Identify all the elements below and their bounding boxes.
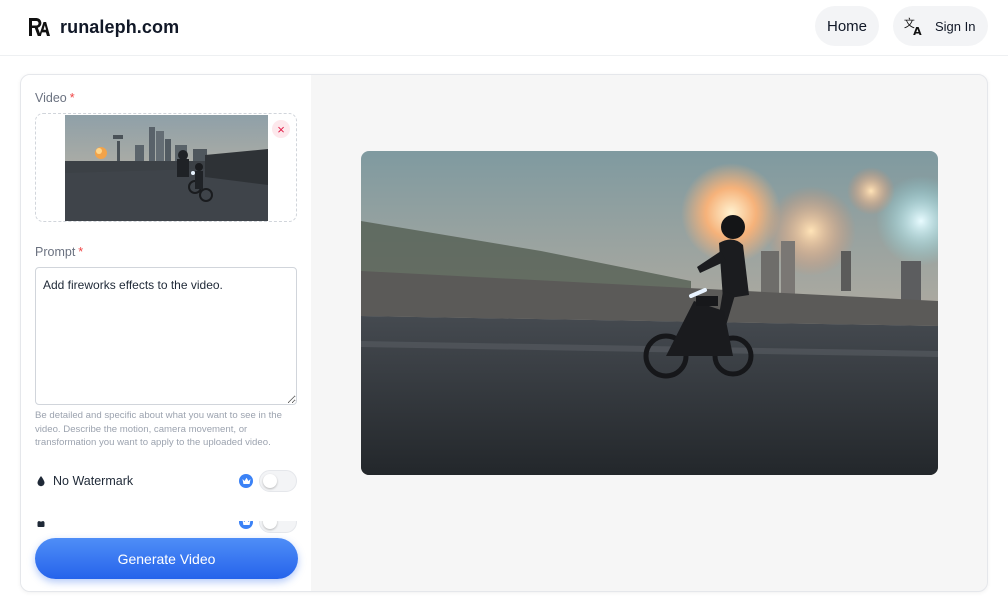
uploaded-video-thumbnail bbox=[65, 115, 268, 221]
form-sidebar: Video * × Prompt * Add fireworks effects… bbox=[21, 75, 311, 591]
droplet-icon bbox=[37, 476, 45, 487]
prompt-hint: Be detailed and specific about what you … bbox=[35, 410, 282, 448]
toggle-knob bbox=[263, 474, 277, 488]
no-watermark-option: No Watermark bbox=[35, 470, 297, 492]
result-video-frame bbox=[361, 151, 938, 475]
video-upload-dropzone[interactable]: × bbox=[35, 113, 297, 222]
video-label: Video * bbox=[35, 91, 75, 105]
ra-logo-icon bbox=[29, 18, 50, 36]
generate-video-button[interactable]: Generate Video bbox=[35, 538, 298, 579]
result-video-player[interactable] bbox=[361, 151, 938, 475]
nav-home-button[interactable]: Home bbox=[815, 6, 879, 46]
required-mark: * bbox=[69, 91, 75, 105]
svg-text:A: A bbox=[913, 25, 922, 37]
translate-icon[interactable]: 文 A bbox=[903, 15, 925, 37]
remove-video-button[interactable]: × bbox=[272, 120, 290, 138]
brand-name: runaleph.com bbox=[60, 16, 180, 37]
prompt-label-text: Prompt bbox=[35, 245, 76, 259]
sign-in-label: Sign In bbox=[935, 18, 976, 34]
no-watermark-toggle[interactable] bbox=[259, 470, 297, 492]
sign-in-button[interactable]: 文 A Sign In bbox=[893, 6, 988, 46]
no-watermark-label: No Watermark bbox=[53, 474, 134, 488]
top-navigation-bar: runaleph.com Home 文 A Sign In bbox=[0, 0, 1008, 56]
video-label-text: Video bbox=[35, 91, 67, 105]
crown-icon bbox=[239, 474, 253, 488]
prompt-label: Prompt * bbox=[35, 245, 83, 259]
brand[interactable]: runaleph.com bbox=[26, 15, 179, 39]
scroll-fade bbox=[21, 505, 311, 521]
thumbnail-image bbox=[65, 115, 268, 221]
close-icon: × bbox=[277, 121, 285, 137]
prompt-textarea[interactable]: Add fireworks effects to the video. bbox=[35, 267, 297, 405]
main-panel: Video * × Prompt * Add fireworks effects… bbox=[20, 74, 988, 592]
required-mark: * bbox=[78, 245, 84, 259]
